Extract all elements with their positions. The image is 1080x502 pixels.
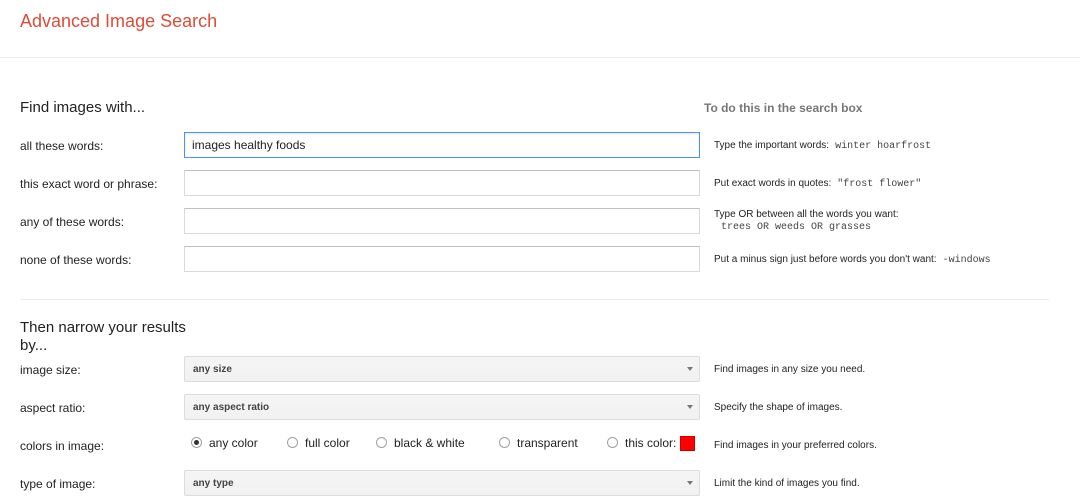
colors-label: colors in image: [20,439,105,453]
colors-hint: Find images in your preferred colors. [714,440,877,451]
image-size-select[interactable]: any size [184,356,700,382]
exact-phrase-input[interactable] [184,170,700,196]
all-words-label: all these words: [20,139,104,153]
chevron-down-icon [687,367,693,371]
radio-icon [499,437,510,448]
radio-full-color-label: full color [305,436,350,450]
radio-icon [376,437,387,448]
radio-checked-icon [191,437,202,448]
exact-phrase-example: "frost flower" [837,179,922,190]
narrow-heading: Then narrow your results by... [20,319,186,355]
any-words-example: trees OR weeds OR grasses [721,222,872,233]
none-words-label: none of these words: [20,253,132,267]
image-size-value: any size [193,364,232,375]
narrow-heading-line2: by... [20,337,48,354]
aspect-ratio-select[interactable]: any aspect ratio [184,394,700,420]
radio-transparent-label: transparent [517,436,578,450]
page-title: Advanced Image Search [20,11,218,31]
all-words-example: winter hoarfrost [835,141,932,152]
color-swatch[interactable] [680,436,695,451]
chevron-down-icon [687,405,693,409]
type-of-image-value: any type [193,478,234,489]
all-words-hint-text: Type the important words: [714,140,830,151]
any-words-hint-text: Type OR between all the words you want: [714,209,899,220]
all-words-input[interactable] [184,132,700,158]
aspect-ratio-label: aspect ratio: [20,401,86,415]
none-words-hint-text: Put a minus sign just before words you d… [714,254,937,265]
narrow-heading-line1: Then narrow your results [20,319,186,336]
none-words-example: -windows [942,255,991,266]
radio-black-white-label: black & white [394,436,465,450]
type-of-image-select[interactable]: any type [184,470,700,496]
radio-icon [287,437,298,448]
none-words-hint: Put a minus sign just before words you d… [714,254,991,266]
radio-this-color-label: this color: [625,436,677,450]
image-size-hint: Find images in any size you need. [714,364,866,375]
radio-icon [607,437,618,448]
all-words-hint: Type the important words: winter hoarfros… [714,140,931,152]
section-divider [20,299,1049,300]
chevron-down-icon [687,481,693,485]
radio-any-color-label: any color [209,436,258,450]
exact-phrase-hint-text: Put exact words in quotes: [714,178,832,189]
header: Advanced Image Search [0,0,1080,58]
type-of-image-label: type of image: [20,477,96,491]
any-words-label: any of these words: [20,215,125,229]
none-words-input[interactable] [184,246,700,272]
any-words-input[interactable] [184,208,700,234]
exact-phrase-hint: Put exact words in quotes: "frost flower" [714,178,921,190]
aspect-ratio-value: any aspect ratio [193,402,270,413]
hint-heading: To do this in the search box [704,101,863,115]
aspect-ratio-hint: Specify the shape of images. [714,402,843,413]
exact-phrase-label: this exact word or phrase: [20,177,158,191]
find-heading: Find images with... [20,99,146,116]
image-size-label: image size: [20,363,81,377]
type-of-image-hint: Limit the kind of images you find. [714,478,860,489]
